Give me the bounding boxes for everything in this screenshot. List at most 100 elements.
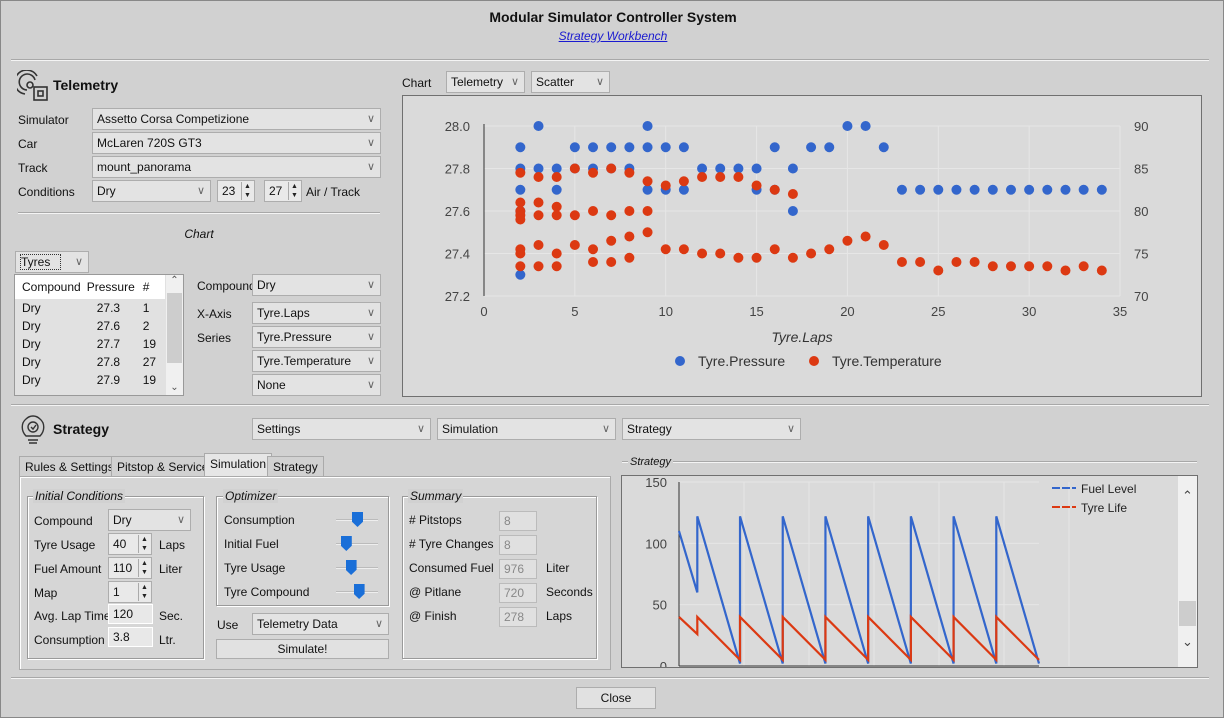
column-header[interactable]: #	[137, 275, 165, 299]
data-point	[697, 172, 708, 182]
chart-source-dropdown[interactable]: Telemetry ∨	[446, 71, 525, 93]
tyre-usage-label: Tyre Usage	[34, 538, 96, 552]
tyre-changes-value: 8	[499, 535, 537, 555]
data-point	[751, 180, 762, 191]
air-temp-spinner[interactable]: 23 ▲ ▼	[217, 180, 255, 202]
map-label: Map	[34, 586, 58, 600]
car-dropdown[interactable]: McLaren 720S GT3 ∨	[92, 132, 381, 154]
chart-type-dropdown[interactable]: Scatter ∨	[531, 71, 610, 93]
spin-up-icon[interactable]: ▲	[139, 559, 150, 568]
consumption-unit: Ltr.	[159, 633, 176, 647]
use-dropdown[interactable]: Telemetry Data ∨	[252, 613, 389, 635]
table-row[interactable]: Dry 27.6 2	[15, 317, 165, 335]
tab-pitstop-service[interactable]: Pitstop & Service	[111, 456, 215, 476]
tab-rules-settings[interactable]: Rules & Settings	[19, 456, 120, 476]
data-point	[660, 142, 671, 153]
scroll-up-icon[interactable]: ⌃	[1178, 488, 1197, 504]
spin-down-icon[interactable]: ▼	[139, 592, 150, 601]
xaxis-value: Tyre.Laps	[257, 306, 310, 320]
data-point	[1005, 261, 1016, 272]
scroll-down-icon[interactable]: ⌄	[1178, 634, 1197, 650]
data-point	[915, 184, 926, 195]
lap-time-label: Avg. Lap Time	[34, 609, 111, 623]
ic-compound-dropdown[interactable]: Dry ∨	[108, 509, 191, 531]
table-row[interactable]: Dry 27.8 27	[15, 353, 165, 371]
data-point	[1042, 261, 1053, 272]
slider-label: Consumption	[224, 513, 295, 527]
tyre-usage-spinner[interactable]: 40 ▲ ▼	[108, 533, 152, 555]
map-spinner[interactable]: 1 ▲ ▼	[108, 581, 152, 603]
data-point	[515, 167, 526, 178]
track-dropdown[interactable]: mount_panorama ∨	[92, 156, 381, 178]
scroll-down-icon[interactable]: ⌄	[166, 382, 183, 393]
scroll-up-icon[interactable]: ⌃	[166, 275, 183, 291]
column-header[interactable]: Pressure	[81, 275, 137, 299]
tyres-table[interactable]: Compound Pressure # Dry 27.3 1 Dry 27.6 2 Dr…	[14, 274, 184, 396]
table-scrollbar[interactable]: ⌃ ⌄	[166, 275, 183, 395]
data-point	[624, 167, 635, 178]
settings-menu-value: Settings	[257, 422, 301, 436]
data-point	[896, 184, 907, 195]
track-temp-spinner[interactable]: 27 ▲ ▼	[264, 180, 302, 202]
data-type-dropdown[interactable]: Tyres ∨	[15, 251, 89, 273]
x-tick-label: 10	[658, 304, 672, 319]
spin-down-icon[interactable]: ▼	[139, 544, 150, 553]
workbench-link[interactable]: Strategy Workbench	[1, 29, 1224, 43]
table-row[interactable]: Dry 27.7 19	[15, 335, 165, 353]
simulate-button[interactable]: Simulate!	[216, 639, 389, 659]
chevron-down-icon: ∨	[601, 423, 610, 435]
close-button[interactable]: Close	[576, 687, 656, 709]
chart-label: Chart	[402, 76, 432, 90]
compound-dropdown[interactable]: Dry ∨	[252, 274, 381, 296]
data-point	[515, 248, 526, 259]
series2-value: Tyre.Temperature	[257, 354, 352, 368]
series2-dropdown[interactable]: Tyre.Temperature ∨	[252, 350, 381, 372]
scroll-thumb[interactable]	[167, 293, 182, 363]
fuel-amount-spinner[interactable]: 110 ▲ ▼	[108, 557, 152, 579]
chart-scrollbar[interactable]: ⌃ ⌄	[1178, 476, 1197, 667]
legend-label: Tyre.Pressure	[698, 353, 785, 369]
cell: Dry	[22, 373, 41, 387]
tab-simulation[interactable]: Simulation	[204, 453, 273, 476]
series1-dropdown[interactable]: Tyre.Pressure ∨	[252, 326, 381, 348]
cell: Dry	[22, 301, 41, 315]
ic-compound-label: Compound	[34, 514, 93, 528]
telemetry-chart[interactable]: 0 5 10 15 20 25 30 35 27.2 27.4 27.6 27.8 28.0 70 75 80…	[402, 95, 1202, 397]
fuel-amount-value: 110	[113, 561, 133, 575]
spin-up-icon[interactable]: ▲	[242, 182, 253, 191]
y-tick-label: 27.2	[445, 289, 470, 304]
simulation-menu[interactable]: Simulation ∨	[437, 418, 616, 440]
divider	[11, 59, 1209, 61]
tyre-changes-label: # Tyre Changes	[409, 537, 494, 551]
spin-up-icon[interactable]: ▲	[139, 583, 150, 592]
scroll-thumb[interactable]	[1179, 601, 1196, 626]
y-tick-label: 50	[653, 598, 667, 613]
spin-down-icon[interactable]: ▼	[242, 191, 253, 200]
xaxis-dropdown[interactable]: Tyre.Laps ∨	[252, 302, 381, 324]
data-point	[642, 176, 653, 187]
window-title: Modular Simulator Controller System	[489, 9, 737, 25]
use-value: Telemetry Data	[257, 617, 338, 631]
lap-time-input[interactable]: 120	[108, 604, 153, 624]
data-point	[606, 257, 617, 267]
strategy-menu[interactable]: Strategy ∨	[622, 418, 801, 440]
slider-label: Tyre Usage	[224, 561, 286, 575]
simulator-dropdown[interactable]: Assetto Corsa Competizione ∨	[92, 108, 381, 130]
spin-up-icon[interactable]: ▲	[139, 535, 150, 544]
table-row[interactable]: Dry 27.9 19	[15, 371, 165, 389]
spin-down-icon[interactable]: ▼	[289, 191, 300, 200]
spin-up-icon[interactable]: ▲	[289, 182, 300, 191]
spin-down-icon[interactable]: ▼	[139, 568, 150, 577]
consumption-input[interactable]: 3.8	[108, 627, 153, 647]
strategy-chart[interactable]: 0 50 100 150 Fuel Level Tyre Life ⌃ ⌄	[621, 475, 1198, 668]
optimizer-slider[interactable]	[336, 567, 378, 569]
series3-dropdown[interactable]: None ∨	[252, 374, 381, 396]
data-point	[588, 257, 599, 267]
table-row[interactable]: Dry 27.3 1	[15, 299, 165, 317]
conditions-dropdown[interactable]: Dry ∨	[92, 180, 211, 202]
chevron-down-icon: ∨	[366, 307, 375, 319]
tab-strategy[interactable]: Strategy	[267, 456, 324, 476]
data-point	[842, 235, 853, 246]
settings-menu[interactable]: Settings ∨	[252, 418, 431, 440]
column-header[interactable]: Compound	[15, 275, 81, 299]
